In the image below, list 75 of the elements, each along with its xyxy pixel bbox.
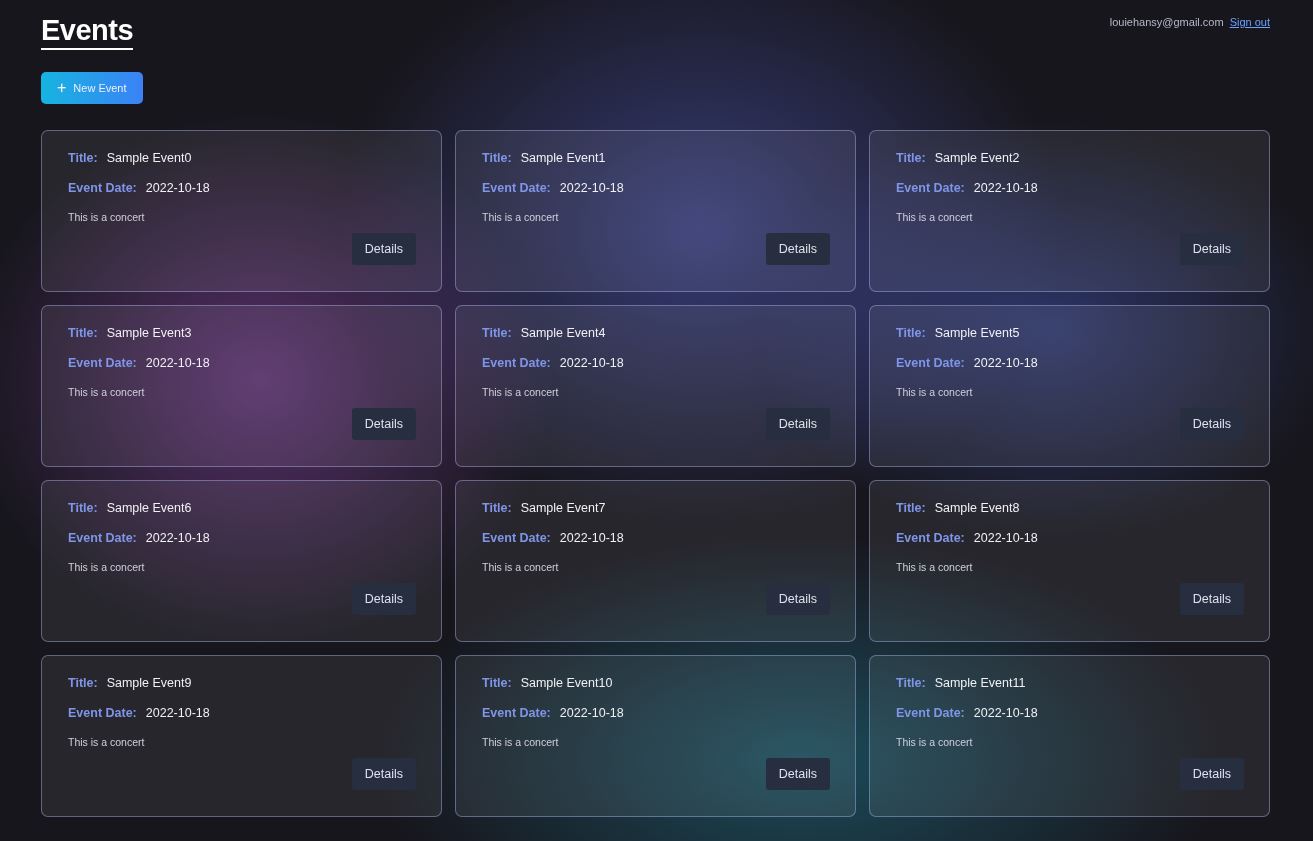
event-title: Sample Event5 (934, 326, 1020, 340)
event-title: Sample Event11 (934, 676, 1026, 690)
details-button[interactable]: Details (351, 233, 416, 265)
sign-out-link[interactable]: Sign out (1229, 16, 1270, 28)
title-label: Title: (896, 326, 926, 340)
event-date: 2022-10-18 (145, 531, 210, 545)
date-label: Event Date: (68, 181, 137, 195)
page-title: Events (41, 14, 134, 50)
details-button[interactable]: Details (351, 408, 416, 440)
event-description: This is a concert (896, 211, 974, 223)
event-date: 2022-10-18 (973, 356, 1038, 370)
event-description: This is a concert (482, 211, 560, 223)
event-date: 2022-10-18 (973, 531, 1038, 545)
title-label: Title: (482, 151, 512, 165)
event-date: 2022-10-18 (973, 706, 1038, 720)
date-label: Event Date: (68, 531, 137, 545)
event-description: This is a concert (68, 386, 146, 398)
user-email: louiehansy@gmail.com (1109, 16, 1224, 28)
title-label: Title: (68, 501, 98, 515)
details-button[interactable]: Details (765, 408, 830, 440)
date-label: Event Date: (68, 356, 137, 370)
event-date: 2022-10-18 (559, 531, 624, 545)
title-label: Title: (482, 676, 512, 690)
details-button[interactable]: Details (765, 583, 830, 615)
event-date: 2022-10-18 (973, 181, 1038, 195)
details-button[interactable]: Details (765, 233, 830, 265)
event-title: Sample Event1 (520, 151, 606, 165)
event-description: This is a concert (896, 386, 974, 398)
event-description: This is a concert (896, 561, 974, 573)
date-label: Event Date: (482, 531, 551, 545)
event-title: Sample Event3 (106, 326, 192, 340)
date-label: Event Date: (68, 706, 137, 720)
date-label: Event Date: (482, 181, 551, 195)
date-label: Event Date: (896, 356, 965, 370)
title-label: Title: (482, 501, 512, 515)
event-title: Sample Event8 (934, 501, 1020, 515)
event-date: 2022-10-18 (559, 181, 624, 195)
event-description: This is a concert (68, 561, 146, 573)
event-title: Sample Event9 (106, 676, 192, 690)
event-title: Sample Event6 (106, 501, 192, 515)
title-label: Title: (68, 151, 98, 165)
title-label: Title: (68, 326, 98, 340)
title-label: Title: (896, 151, 926, 165)
event-description: This is a concert (896, 736, 974, 748)
date-label: Event Date: (482, 706, 551, 720)
details-button[interactable]: Details (765, 758, 830, 790)
event-description: This is a concert (482, 386, 560, 398)
event-title: Sample Event4 (520, 326, 606, 340)
event-title: Sample Event2 (934, 151, 1020, 165)
details-button[interactable]: Details (351, 583, 416, 615)
date-label: Event Date: (896, 181, 965, 195)
event-description: This is a concert (482, 561, 560, 573)
event-date: 2022-10-18 (559, 706, 624, 720)
title-label: Title: (482, 326, 512, 340)
event-description: This is a concert (482, 736, 560, 748)
details-button[interactable]: Details (1179, 583, 1244, 615)
event-description: This is a concert (68, 211, 146, 223)
event-date: 2022-10-18 (145, 181, 210, 195)
title-label: Title: (68, 676, 98, 690)
event-description: This is a concert (68, 736, 146, 748)
title-label: Title: (896, 501, 926, 515)
event-date: 2022-10-18 (145, 706, 210, 720)
date-label: Event Date: (482, 356, 551, 370)
date-label: Event Date: (896, 706, 965, 720)
event-title: Sample Event0 (106, 151, 192, 165)
details-button[interactable]: Details (351, 758, 416, 790)
event-title: Sample Event10 (520, 676, 613, 690)
date-label: Event Date: (896, 531, 965, 545)
title-label: Title: (896, 676, 926, 690)
event-date: 2022-10-18 (559, 356, 624, 370)
details-button[interactable]: Details (1179, 408, 1244, 440)
event-title: Sample Event7 (520, 501, 606, 515)
event-date: 2022-10-18 (145, 356, 210, 370)
details-button[interactable]: Details (1179, 233, 1244, 265)
details-button[interactable]: Details (1179, 758, 1244, 790)
